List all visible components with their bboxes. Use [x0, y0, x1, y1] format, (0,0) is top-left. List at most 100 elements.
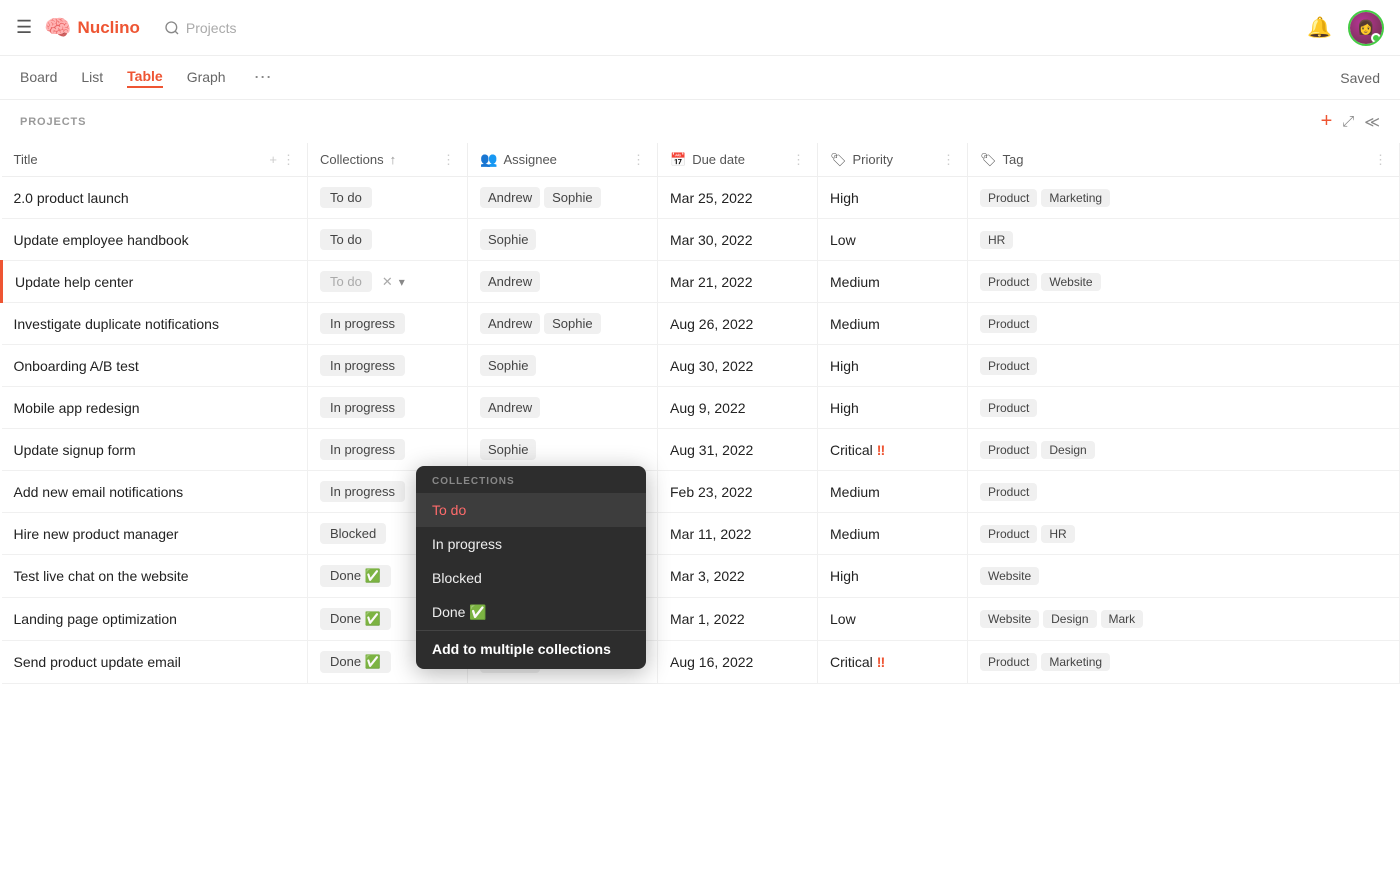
assignee-chip[interactable]: Andrew [480, 187, 540, 208]
tag-chip[interactable]: Design [1041, 441, 1094, 459]
cell-collection: In progress [308, 429, 468, 471]
cell-title: Landing page optimization [2, 598, 308, 641]
cell-assignee: AndrewSophie [468, 303, 658, 345]
collection-chevron-icon[interactable]: ▾ [399, 275, 405, 289]
cell-title: Hire new product manager [2, 513, 308, 555]
user-avatar[interactable]: 👩 [1348, 10, 1384, 46]
col-tag-more[interactable]: ⋮ [1374, 152, 1387, 168]
row-title[interactable]: Update signup form [14, 442, 136, 458]
row-title[interactable]: Landing page optimization [14, 611, 177, 627]
collection-chip[interactable]: In progress [320, 355, 405, 376]
collection-chip[interactable]: In progress [320, 313, 405, 334]
tag-chip[interactable]: Marketing [1041, 653, 1110, 671]
tab-list[interactable]: List [81, 69, 103, 87]
tab-board[interactable]: Board [20, 69, 57, 87]
collections-dropdown: COLLECTIONS To do In progress Blocked Do… [416, 466, 646, 669]
tag-chip[interactable]: Product [980, 483, 1037, 501]
col-title-more[interactable]: ⋮ [282, 152, 295, 168]
row-title[interactable]: Update employee handbook [14, 232, 189, 248]
row-title[interactable]: Update help center [15, 274, 133, 290]
collection-remove-icon[interactable]: ✕ [382, 274, 393, 290]
collapse-icon[interactable]: ≪ [1364, 113, 1380, 131]
tag-chip[interactable]: Marketing [1041, 189, 1110, 207]
tag-chip[interactable]: Website [980, 567, 1039, 585]
assignee-chip[interactable]: Sophie [480, 439, 536, 460]
cell-priority: Medium [818, 513, 968, 555]
row-title[interactable]: Send product update email [14, 654, 181, 670]
col-collections-more[interactable]: ⋮ [442, 152, 455, 168]
cell-title: Update signup form [2, 429, 308, 471]
collection-chip[interactable]: Done ✅ [320, 565, 391, 587]
row-title[interactable]: Investigate duplicate notifications [14, 316, 219, 332]
collection-chip[interactable]: In progress [320, 397, 405, 418]
dropdown-add-multiple[interactable]: Add to multiple collections [416, 630, 646, 669]
col-priority-more[interactable]: ⋮ [942, 152, 955, 168]
collection-chip[interactable]: Blocked [320, 523, 386, 544]
expand-icon[interactable]: ⤢ [1342, 113, 1354, 130]
notification-bell[interactable]: 🔔 [1307, 15, 1332, 40]
tag-chip[interactable]: HR [980, 231, 1013, 249]
cell-tag: HR [968, 219, 1400, 261]
tag-chip[interactable]: Product [980, 357, 1037, 375]
col-title-add[interactable]: + [269, 152, 277, 167]
assignee-chip[interactable]: Sophie [544, 187, 600, 208]
collection-chip[interactable]: Done ✅ [320, 608, 391, 630]
cell-priority: Medium [818, 471, 968, 513]
cell-priority: High [818, 345, 968, 387]
col-title: Title + ⋮ [2, 143, 308, 177]
tag-chip[interactable]: Mark [1101, 610, 1144, 628]
dropdown-item-done[interactable]: Done ✅ [416, 595, 646, 630]
menu-icon[interactable]: ☰ [16, 17, 32, 38]
tag-chip[interactable]: Product [980, 189, 1037, 207]
tag-chip[interactable]: HR [1041, 525, 1074, 543]
tag-chip[interactable]: Website [1041, 273, 1100, 291]
tab-table[interactable]: Table [127, 68, 163, 88]
col-collections-sort[interactable]: ↑ [390, 152, 397, 167]
collection-chip[interactable]: In progress [320, 481, 405, 502]
assignee-chip[interactable]: Sophie [480, 229, 536, 250]
tag-chip[interactable]: Product [980, 441, 1037, 459]
collection-chip[interactable]: To do [320, 271, 372, 292]
col-due-date: 📅 Due date ⋮ [658, 143, 818, 177]
dropdown-item-inprogress[interactable]: In progress [416, 527, 646, 561]
tag-chip[interactable]: Product [980, 653, 1037, 671]
cell-title: Test live chat on the website [2, 555, 308, 598]
assignee-chip[interactable]: Andrew [480, 313, 540, 334]
tag-chip[interactable]: Design [1043, 610, 1096, 628]
assignee-chip[interactable]: Sophie [544, 313, 600, 334]
due-date-icon: 📅 [670, 152, 686, 168]
row-title[interactable]: Onboarding A/B test [14, 358, 139, 374]
table-row: Update signup formIn progressSophieAug 3… [2, 429, 1400, 471]
cell-priority: High [818, 555, 968, 598]
row-title[interactable]: Hire new product manager [14, 526, 179, 542]
col-due-date-more[interactable]: ⋮ [792, 152, 805, 168]
cell-due-date: Mar 1, 2022 [658, 598, 818, 641]
dropdown-item-todo[interactable]: To do [416, 493, 646, 527]
tag-chip[interactable]: Product [980, 315, 1037, 333]
row-title[interactable]: Test live chat on the website [14, 568, 189, 584]
tag-chip[interactable]: Product [980, 399, 1037, 417]
section-actions: + ⤢ ≪ [1321, 110, 1380, 133]
row-title[interactable]: Mobile app redesign [14, 400, 140, 416]
collection-chip[interactable]: To do [320, 187, 372, 208]
assignee-chip[interactable]: Sophie [480, 355, 536, 376]
col-assignee-more[interactable]: ⋮ [632, 152, 645, 168]
search-area[interactable]: Projects [164, 20, 237, 36]
add-icon[interactable]: + [1321, 110, 1333, 133]
table-row: Add new email notificationsIn progressAn… [2, 471, 1400, 513]
tab-more-icon[interactable]: ⋯ [254, 67, 272, 88]
collection-chip[interactable]: In progress [320, 439, 405, 460]
row-title[interactable]: 2.0 product launch [14, 190, 129, 206]
row-title[interactable]: Add new email notifications [14, 484, 184, 500]
tag-chip[interactable]: Website [980, 610, 1039, 628]
assignee-chip[interactable]: Andrew [480, 271, 540, 292]
dropdown-item-blocked[interactable]: Blocked [416, 561, 646, 595]
collection-chip[interactable]: Done ✅ [320, 651, 391, 673]
tab-graph[interactable]: Graph [187, 69, 226, 87]
assignee-chip[interactable]: Andrew [480, 397, 540, 418]
tag-chip[interactable]: Product [980, 525, 1037, 543]
cell-tag: ProductMarketing [968, 177, 1400, 219]
tag-chip[interactable]: Product [980, 273, 1037, 291]
collection-chip[interactable]: To do [320, 229, 372, 250]
dropdown-section-label: COLLECTIONS [416, 466, 646, 493]
